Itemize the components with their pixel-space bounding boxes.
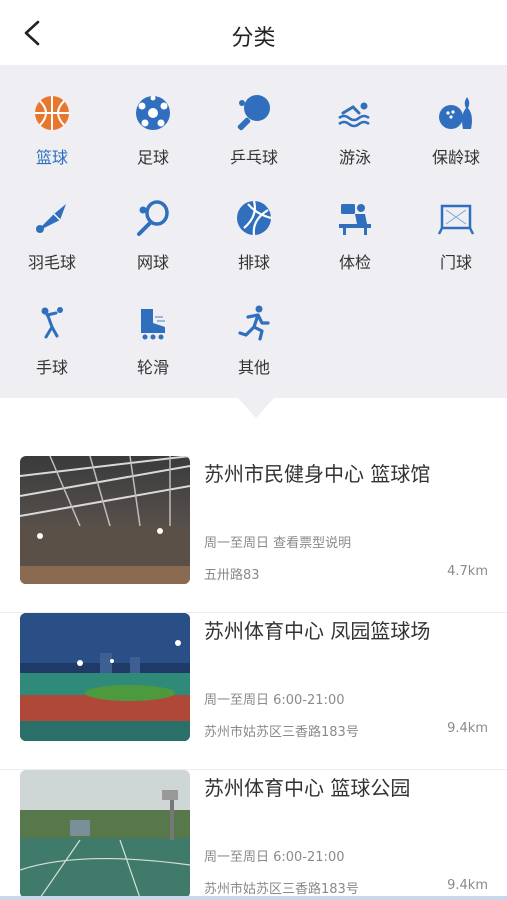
basketball-icon xyxy=(35,96,69,130)
category-other[interactable]: 其他 xyxy=(204,303,304,378)
venue-hours: 周一至周日 查看票型说明 xyxy=(204,536,352,551)
venue-photo xyxy=(20,456,190,584)
soccer-icon xyxy=(136,95,170,130)
category-bowling[interactable]: 保龄球 xyxy=(406,93,506,168)
swimming-icon xyxy=(338,102,370,128)
volleyball-icon xyxy=(237,200,272,236)
venue-photo xyxy=(20,770,190,898)
badminton-icon xyxy=(36,204,66,233)
venue-address: 苏州市姑苏区三香路183号 xyxy=(204,725,359,740)
category-panel: 篮球 足球 乒乓球 游泳 保龄球 羽毛球 网球 排球 体检 门球 手球 轮滑 其… xyxy=(0,65,507,398)
ping-pong-icon xyxy=(237,95,270,131)
venue-distance: 4.7km xyxy=(447,564,488,579)
selection-pointer xyxy=(238,398,274,418)
bowling-icon xyxy=(439,97,472,129)
venue-address: 五卅路83 xyxy=(204,568,260,583)
category-roller-skate[interactable]: 轮滑 xyxy=(103,303,203,378)
category-label: 其他 xyxy=(237,358,270,377)
page-title: 分类 xyxy=(231,26,276,51)
venue-name: 苏州体育中心 凤园篮球场 xyxy=(204,619,431,643)
category-ping-pong[interactable]: 乒乓球 xyxy=(204,93,304,168)
venue-distance: 9.4km xyxy=(447,878,488,893)
tennis-icon xyxy=(137,200,169,236)
venue-item[interactable]: 苏州体育中心 凤园篮球场 周一至周日 6:00-21:00 苏州市姑苏区三香路1… xyxy=(0,613,507,770)
category-label: 保龄球 xyxy=(431,148,480,167)
category-handball[interactable]: 手球 xyxy=(2,303,102,378)
venue-photo xyxy=(20,613,190,741)
category-volleyball[interactable]: 排球 xyxy=(204,198,304,273)
venue-hours: 周一至周日 6:00-21:00 xyxy=(204,850,345,865)
gateball-icon xyxy=(437,204,475,235)
category-soccer[interactable]: 足球 xyxy=(103,93,203,168)
category-label: 手球 xyxy=(35,358,68,377)
venue-hours: 周一至周日 6:00-21:00 xyxy=(204,693,345,708)
category-basketball[interactable]: 篮球 xyxy=(2,93,102,168)
venue-distance: 9.4km xyxy=(447,721,488,736)
category-swimming[interactable]: 游泳 xyxy=(305,93,405,168)
category-gateball[interactable]: 门球 xyxy=(406,198,506,273)
category-tennis[interactable]: 网球 xyxy=(103,198,203,273)
category-label: 体检 xyxy=(338,253,371,272)
category-label: 羽毛球 xyxy=(27,253,76,272)
venue-item[interactable]: 苏州市民健身中心 篮球馆 周一至周日 查看票型说明 五卅路83 4.7km xyxy=(0,456,507,613)
fitness-test-icon xyxy=(339,204,371,235)
category-label: 门球 xyxy=(439,253,472,272)
category-label: 轮滑 xyxy=(136,358,169,377)
venue-item[interactable]: 苏州体育中心 篮球公园 周一至周日 6:00-21:00 苏州市姑苏区三香路18… xyxy=(0,770,507,898)
category-label: 游泳 xyxy=(338,148,371,167)
bottom-edge xyxy=(0,896,507,900)
category-badminton[interactable]: 羽毛球 xyxy=(2,198,102,273)
category-fitness-test[interactable]: 体检 xyxy=(305,198,405,273)
header: 分类 xyxy=(0,0,507,65)
category-label: 足球 xyxy=(136,148,169,167)
category-label: 乒乓球 xyxy=(229,148,278,167)
venue-address: 苏州市姑苏区三香路183号 xyxy=(204,882,359,897)
category-label: 网球 xyxy=(136,253,169,272)
venue-name: 苏州市民健身中心 篮球馆 xyxy=(204,462,431,486)
venue-name: 苏州体育中心 篮球公园 xyxy=(204,776,411,800)
running-icon xyxy=(238,305,270,341)
roller-skate-icon xyxy=(141,309,165,340)
category-label: 篮球 xyxy=(35,148,68,167)
category-label: 排球 xyxy=(237,253,270,272)
handball-icon xyxy=(41,307,63,339)
